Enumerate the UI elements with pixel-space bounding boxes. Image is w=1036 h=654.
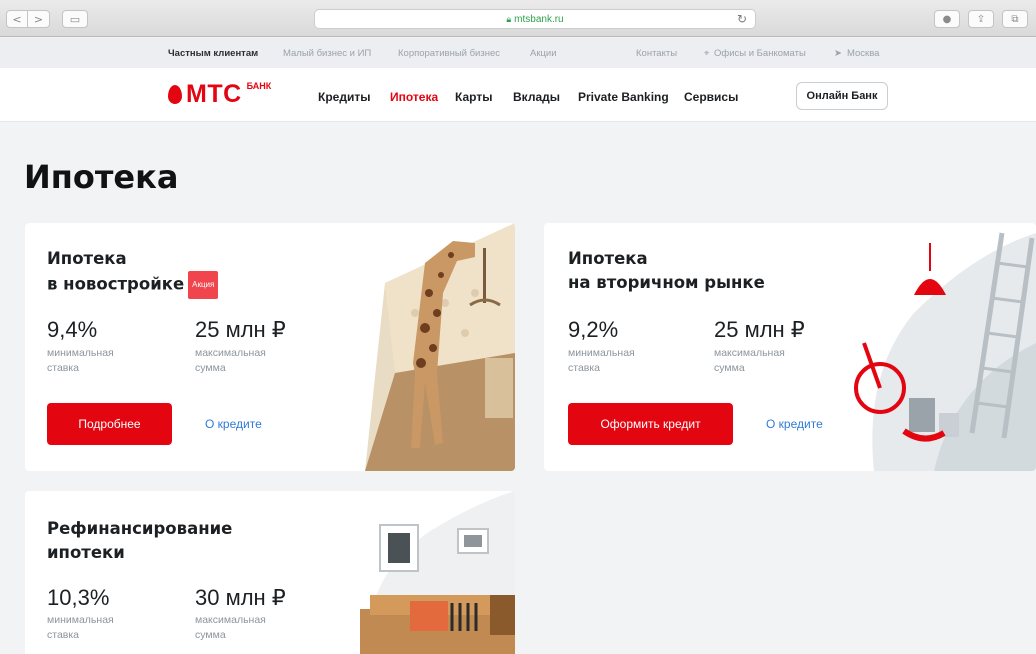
promo-badge: Акция <box>188 271 219 299</box>
living-room-image <box>360 491 515 654</box>
rate-label: минимальная ставка <box>47 614 114 641</box>
topbar-corporate[interactable]: Корпоративный бизнес <box>398 48 500 59</box>
apply-credit-button[interactable]: Оформить кредит <box>568 403 733 445</box>
details-button[interactable]: Подробнее <box>47 403 172 445</box>
sum-value: 25 млн ₽ <box>714 317 805 342</box>
browser-toolbar: < > ▭ 🔒︎ mtsbank.ru ↻ ● ⇪ ⧉ <box>0 0 1036 37</box>
sum-value: 30 млн ₽ <box>195 585 286 610</box>
sum-label: максимальная сумма <box>195 347 266 374</box>
download-icon[interactable]: ● <box>934 10 960 28</box>
reload-icon[interactable]: ↻ <box>737 12 747 26</box>
card-mortgage-refinancing[interactable]: Рефинансирование ипотеки 10,3% минимальн… <box>25 491 515 654</box>
navigation-arrow-icon: ➤ <box>834 48 842 59</box>
rate-value: 10,3% <box>47 585 110 610</box>
sum-label: максимальная сумма <box>714 347 785 374</box>
card-title: Рефинансирование ипотеки <box>47 519 233 562</box>
page-title: Ипотека <box>24 158 179 196</box>
share-icon[interactable]: ⇪ <box>968 10 994 28</box>
card-title: Ипотека в новостройке Акция <box>47 247 219 299</box>
tabs-icon[interactable]: ⧉ <box>1002 10 1028 28</box>
online-bank-button[interactable]: Онлайн Банк <box>796 82 888 110</box>
nav-cards[interactable]: Карты <box>455 90 492 104</box>
rate-value: 9,2% <box>568 317 619 342</box>
giraffe-room-image <box>365 223 515 471</box>
nav-private-banking[interactable]: Private Banking <box>578 90 669 104</box>
topbar-contacts[interactable]: Контакты <box>636 48 677 59</box>
card-new-building-mortgage[interactable]: Ипотека в новостройке Акция 9,4% минималь… <box>25 223 515 471</box>
lock-icon: 🔒︎ <box>506 13 512 24</box>
topbar-small-business[interactable]: Малый бизнес и ИП <box>283 48 371 59</box>
about-credit-link[interactable]: О кредите <box>205 417 262 431</box>
nav-credits[interactable]: Кредиты <box>318 90 370 104</box>
topbar-promotions[interactable]: Акции <box>530 48 557 59</box>
forward-icon[interactable]: > <box>28 10 50 28</box>
mts-bank-logo[interactable]: МТС БАНК <box>168 81 271 107</box>
location-pin-icon: ⌖ <box>704 48 710 59</box>
rate-label: минимальная ставка <box>568 347 635 374</box>
rate-label: минимальная ставка <box>47 347 114 374</box>
main-navbar: МТС БАНК Кредиты Ипотека Карты Вклады Pr… <box>0 68 1036 122</box>
about-credit-link[interactable]: О кредите <box>766 417 823 431</box>
rate-value: 9,4% <box>47 317 98 342</box>
nav-mortgage[interactable]: Ипотека <box>390 90 438 104</box>
sidebar-icon[interactable]: ▭ <box>62 10 88 28</box>
topbar-private-clients[interactable]: Частным клиентам <box>168 48 258 59</box>
sum-value: 25 млн ₽ <box>195 317 286 342</box>
url-text: mtsbank.ru <box>514 13 564 25</box>
topbar-offices[interactable]: Офисы и Банкоматы <box>714 48 806 59</box>
card-secondary-market-mortgage[interactable]: Ипотека на вторичном рынке 9,2% минималь… <box>544 223 1036 471</box>
nav-deposits[interactable]: Вклады <box>513 90 560 104</box>
address-bar[interactable]: 🔒︎ mtsbank.ru ↻ <box>314 9 756 29</box>
ladder-paint-image <box>854 232 1036 471</box>
nav-services[interactable]: Сервисы <box>684 90 738 104</box>
topbar-city[interactable]: Москва <box>847 48 879 59</box>
sum-label: максимальная сумма <box>195 614 266 641</box>
site-topbar: Частным клиентам Малый бизнес и ИП Корпо… <box>0 38 1036 68</box>
back-icon[interactable]: < <box>6 10 28 28</box>
card-title: Ипотека на вторичном рынке <box>568 249 765 292</box>
mts-egg-icon <box>168 85 182 104</box>
